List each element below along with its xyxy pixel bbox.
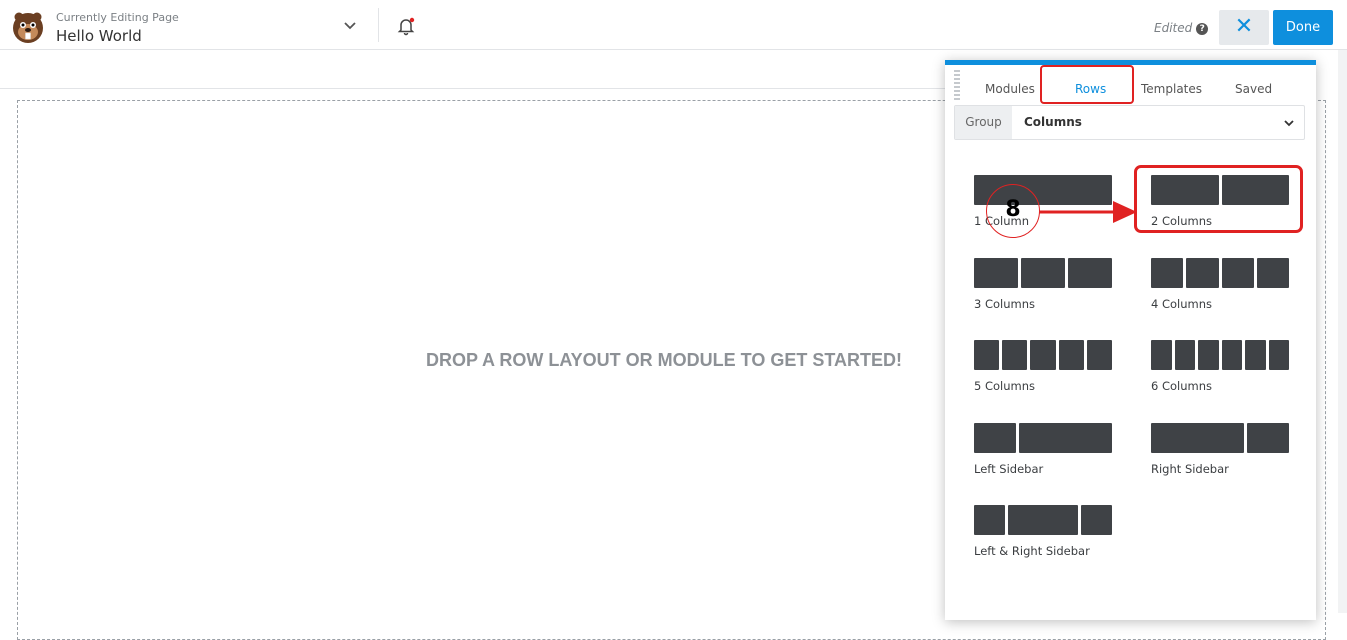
group-select[interactable]: Group Columns	[954, 105, 1305, 140]
arrow-right-icon	[1039, 201, 1137, 223]
layout-left-sidebar[interactable]: Left Sidebar	[974, 423, 1112, 485]
layout-label: 4 Columns	[1151, 297, 1213, 311]
editing-label: Currently Editing Page	[56, 11, 179, 24]
chevron-down-icon	[1284, 120, 1294, 127]
layout-label: 3 Columns	[974, 297, 1036, 311]
layout-4-columns[interactable]: 4 Columns	[1151, 258, 1289, 320]
drop-zone-message: DROP A ROW LAYOUT OR MODULE TO GET START…	[426, 350, 903, 370]
layout-label: 6 Columns	[1151, 379, 1213, 393]
header-divider	[378, 8, 379, 42]
done-button[interactable]: Done	[1273, 10, 1333, 45]
page-scrollbar[interactable]	[1338, 50, 1347, 613]
top-bar: Currently Editing Page Hello World Edite…	[0, 0, 1347, 50]
tab-templates[interactable]: Templates	[1141, 82, 1202, 96]
rows-tab-highlight	[1040, 65, 1134, 104]
edited-status: Edited?	[1154, 21, 1209, 35]
canvas-divider	[0, 88, 945, 89]
layout-preview	[974, 505, 1112, 535]
step-number-badge: 8	[986, 184, 1040, 238]
layout-left-right-sidebar[interactable]: Left & Right Sidebar	[974, 505, 1112, 567]
group-value: Columns	[1024, 115, 1082, 129]
layout-label: Right Sidebar	[1151, 462, 1229, 476]
help-icon[interactable]: ?	[1196, 23, 1209, 35]
layout-preview	[1151, 258, 1289, 288]
two-columns-highlight	[1134, 165, 1303, 233]
group-label: Group	[955, 106, 1012, 139]
layout-right-sidebar[interactable]: Right Sidebar	[1151, 423, 1289, 485]
layout-label: 5 Columns	[974, 379, 1036, 393]
layout-label: Left Sidebar	[974, 462, 1044, 476]
edited-label: Edited	[1154, 21, 1193, 35]
layout-6-columns[interactable]: 6 Columns	[1151, 340, 1289, 402]
chevron-down-icon[interactable]	[342, 17, 358, 33]
layout-label: Left & Right Sidebar	[974, 544, 1090, 558]
layout-preview	[1151, 423, 1289, 453]
close-button[interactable]: ✕	[1219, 10, 1269, 45]
layout-preview	[974, 340, 1113, 370]
tab-modules[interactable]: Modules	[985, 82, 1035, 96]
panel-drag-handle[interactable]	[954, 70, 960, 102]
layout-5-columns[interactable]: 5 Columns	[974, 340, 1113, 402]
layout-3-columns[interactable]: 3 Columns	[974, 258, 1112, 320]
content-panel: Modules Rows Templates Saved Group Colum…	[945, 60, 1316, 620]
layout-preview	[974, 423, 1112, 453]
layout-preview	[974, 258, 1112, 288]
tab-saved[interactable]: Saved	[1235, 82, 1272, 96]
bell-notification-icon[interactable]	[396, 16, 416, 36]
layout-preview	[1151, 340, 1289, 370]
beaver-logo-icon[interactable]	[10, 9, 46, 45]
page-title[interactable]: Hello World	[56, 27, 142, 45]
